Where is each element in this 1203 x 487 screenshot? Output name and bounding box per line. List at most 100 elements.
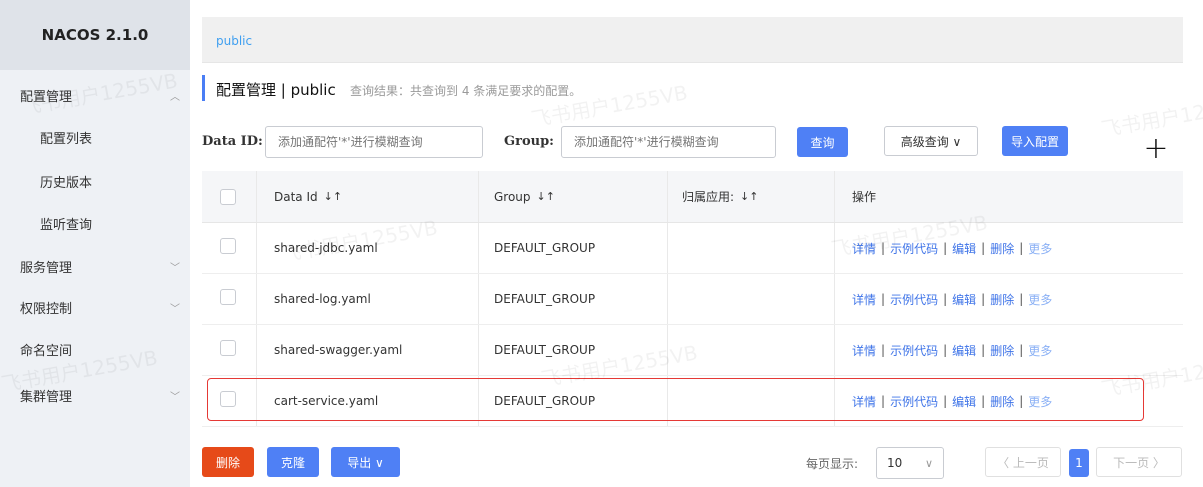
column-divider <box>834 274 835 324</box>
dataid-input[interactable] <box>266 127 482 157</box>
column-divider <box>667 171 668 222</box>
edit-link[interactable]: 编辑 <box>952 291 976 308</box>
column-divider <box>834 223 835 273</box>
sidebar-item-listener-query[interactable]: 监听查询 <box>0 208 190 238</box>
delete-link[interactable]: 删除 <box>990 240 1014 257</box>
edit-link[interactable]: 编辑 <box>952 342 976 359</box>
column-divider <box>478 171 479 222</box>
column-label: Group <box>494 189 531 204</box>
column-label: Data Id <box>274 189 318 204</box>
page-header: 配置管理 | public 查询结果：共查询到 4 条满足要求的配置。 <box>202 73 902 103</box>
table-header: Data Id ↓↑ Group ↓↑ 归属应用: ↓↑ 操作 <box>202 171 1183 223</box>
detail-link[interactable]: 详情 <box>852 342 876 359</box>
next-page-button[interactable]: 下一页 〉 <box>1096 447 1182 477</box>
column-divider <box>478 223 479 273</box>
sidebar-item-label: 历史版本 <box>40 175 93 191</box>
page-title: 配置管理 | public <box>216 81 336 99</box>
sidebar-item-config-list[interactable]: 配置列表 <box>0 122 190 152</box>
cell-dataid: shared-swagger.yaml <box>274 343 403 357</box>
column-divider <box>478 325 479 375</box>
highlight-box <box>207 378 1144 421</box>
sample-code-link[interactable]: 示例代码 <box>890 291 938 308</box>
sort-icon[interactable]: ↓↑ <box>740 190 758 203</box>
query-summary: 查询结果：共查询到 4 条满足要求的配置。 <box>350 84 582 98</box>
column-header-dataid[interactable]: Data Id ↓↑ <box>274 171 342 222</box>
sidebar-item-namespace[interactable]: 命名空间 <box>0 334 190 364</box>
detail-link[interactable]: 详情 <box>852 291 876 308</box>
group-input[interactable] <box>562 127 775 157</box>
sidebar-item-label: 集群管理 <box>20 389 73 405</box>
sidebar-item-config-management[interactable]: 配置管理 ︿ <box>0 80 190 110</box>
cell-dataid: shared-jdbc.yaml <box>274 241 378 255</box>
more-link[interactable]: 更多 <box>1028 342 1052 359</box>
column-divider <box>256 171 257 222</box>
sort-icon[interactable]: ↓↑ <box>537 190 555 203</box>
sidebar-item-label: 配置列表 <box>40 131 93 147</box>
cell-group: DEFAULT_GROUP <box>494 292 596 306</box>
detail-link[interactable]: 详情 <box>852 240 876 257</box>
cell-group: DEFAULT_GROUP <box>494 343 596 357</box>
sample-code-link[interactable]: 示例代码 <box>890 240 938 257</box>
sidebar-item-history[interactable]: 历史版本 <box>0 166 190 196</box>
sidebar-item-label: 配置管理 <box>20 89 73 105</box>
page-1-button[interactable]: 1 <box>1069 449 1089 477</box>
sort-icon[interactable]: ↓↑ <box>324 190 342 203</box>
row-checkbox[interactable] <box>220 238 236 254</box>
chevron-down-icon: ﹀ <box>170 262 180 274</box>
more-link[interactable]: 更多 <box>1028 240 1052 257</box>
prev-page-button[interactable]: 〈 上一页 <box>985 447 1061 477</box>
sidebar-item-cluster-management[interactable]: 集群管理 ﹀ <box>0 380 190 410</box>
column-divider <box>667 274 668 324</box>
table-row: shared-log.yaml DEFAULT_GROUP 详情 | 示例代码 | … <box>202 274 1183 325</box>
sidebar-item-access-control[interactable]: 权限控制 ﹀ <box>0 292 190 322</box>
column-divider <box>256 223 257 273</box>
chevron-down-icon: ∨ <box>924 456 933 470</box>
column-divider <box>834 171 835 222</box>
chevron-down-icon: ﹀ <box>170 391 180 403</box>
page-size-select[interactable]: 10 ∨ <box>876 447 944 479</box>
sidebar-item-label: 权限控制 <box>20 301 73 317</box>
column-header-ops: 操作 <box>852 171 876 222</box>
sidebar-item-label: 服务管理 <box>20 260 73 276</box>
column-header-app[interactable]: 归属应用: ↓↑ <box>682 171 758 222</box>
table-row: shared-swagger.yaml DEFAULT_GROUP 详情 | 示例… <box>202 325 1183 376</box>
column-divider <box>667 223 668 273</box>
add-config-button[interactable]: + <box>1136 130 1176 170</box>
sidebar-item-label: 监听查询 <box>40 217 93 233</box>
column-header-group[interactable]: Group ↓↑ <box>494 171 555 222</box>
namespace-bar: public <box>202 17 1183 63</box>
cell-dataid: shared-log.yaml <box>274 292 371 306</box>
advanced-query-button[interactable]: 高级查询 ∨ <box>884 126 978 156</box>
cell-ops: 详情 | 示例代码 | 编辑 | 删除 | 更多 <box>852 240 1053 257</box>
row-checkbox[interactable] <box>220 340 236 356</box>
sample-code-link[interactable]: 示例代码 <box>890 342 938 359</box>
select-all-checkbox[interactable] <box>220 189 236 205</box>
table-row: shared-jdbc.yaml DEFAULT_GROUP 详情 | 示例代码 |… <box>202 223 1183 274</box>
sidebar: NACOS 2.1.0 配置管理 ︿ 配置列表 历史版本 监听查询 服务管理 ﹀… <box>0 0 190 487</box>
edit-link[interactable]: 编辑 <box>952 240 976 257</box>
cell-ops: 详情 | 示例代码 | 编辑 | 删除 | 更多 <box>852 291 1053 308</box>
import-config-button[interactable]: 导入配置 <box>1002 126 1068 156</box>
dataid-label: Data ID: <box>202 134 263 149</box>
query-button[interactable]: 查询 <box>797 127 848 157</box>
title-accent-bar <box>202 75 205 101</box>
sidebar-item-label: 命名空间 <box>20 343 73 359</box>
column-divider <box>256 325 257 375</box>
column-divider <box>834 325 835 375</box>
app-brand: NACOS 2.1.0 <box>0 0 190 70</box>
row-checkbox[interactable] <box>220 289 236 305</box>
export-button[interactable]: 导出 ∨ <box>331 447 400 477</box>
delete-link[interactable]: 删除 <box>990 342 1014 359</box>
batch-delete-button[interactable]: 删除 <box>202 447 254 477</box>
column-divider <box>667 325 668 375</box>
namespace-link[interactable]: public <box>216 34 252 48</box>
delete-link[interactable]: 删除 <box>990 291 1014 308</box>
group-label: Group: <box>504 134 554 149</box>
cell-group: DEFAULT_GROUP <box>494 241 596 255</box>
sidebar-item-service-management[interactable]: 服务管理 ﹀ <box>0 251 190 281</box>
clone-button[interactable]: 克隆 <box>267 447 319 477</box>
page-size-label: 每页显示: <box>806 457 859 471</box>
page-size-value: 10 <box>887 456 903 470</box>
chevron-up-icon: ︿ <box>170 91 180 103</box>
more-link[interactable]: 更多 <box>1028 291 1052 308</box>
